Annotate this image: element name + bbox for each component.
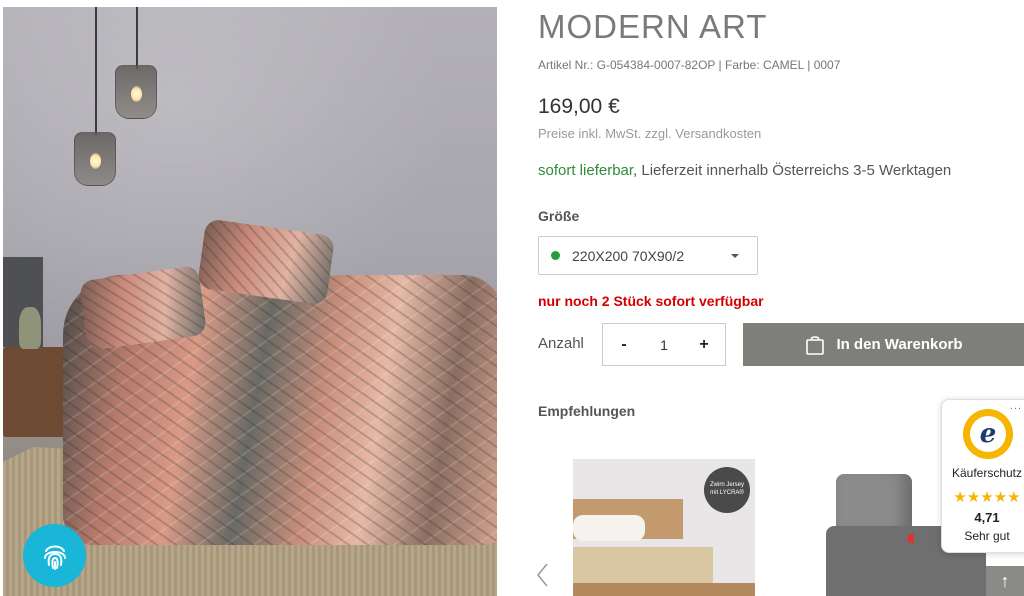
- product-title: MODERN ART: [538, 8, 768, 45]
- product-badge: Zwirn Jersey mit LYCRA®: [704, 467, 750, 513]
- price-note: Preise inkl. MwSt. zzgl. Versandkosten: [538, 126, 762, 141]
- lamp-cable: [136, 7, 138, 69]
- chevron-left-icon: [537, 563, 548, 587]
- delivery-info: sofort lieferbar, Lieferzeit innerhalb Ö…: [538, 162, 951, 179]
- trusted-shops-widget[interactable]: ... e Käuferschutz ★★★★★ 4,71 Sehr gut: [941, 399, 1024, 553]
- add-to-cart-button[interactable]: In den Warenkorb: [743, 323, 1024, 366]
- rating-score: 4,71: [974, 510, 1000, 525]
- rating-grade: Sehr gut: [964, 529, 1010, 543]
- lamp-cable: [95, 7, 97, 135]
- quantity-stepper: - 1 +: [602, 323, 726, 366]
- shopping-bag-icon: [806, 335, 825, 355]
- add-to-cart-label: In den Warenkorb: [836, 336, 963, 353]
- delivery-status: sofort lieferbar: [538, 162, 634, 179]
- brand-tag: [908, 534, 914, 543]
- arrow-up-icon: ↑: [1000, 570, 1010, 591]
- badge-line: Zwirn Jersey: [709, 482, 744, 489]
- recommendations-heading: Empfehlungen: [538, 403, 636, 419]
- product-price: 169,00 €: [538, 95, 620, 118]
- fingerprint-icon: [43, 545, 66, 570]
- rating-stars-icon: ★★★★★: [953, 489, 1021, 506]
- widget-menu-icon[interactable]: ...: [1010, 400, 1022, 412]
- size-value: 220X200 70X90/2: [572, 247, 685, 264]
- product-image[interactable]: [3, 7, 497, 596]
- stock-notice: nur noch 2 Stück sofort verfügbar: [538, 293, 764, 309]
- article-number: Artikel Nr.: G-054384-0007-82OP | Farbe:…: [538, 58, 841, 72]
- availability-dot-icon: [551, 251, 560, 260]
- scroll-to-top-button[interactable]: ↑: [986, 566, 1024, 596]
- fingerprint-badge[interactable]: [23, 524, 86, 587]
- pillow: [573, 515, 645, 541]
- quantity-increase-button[interactable]: +: [697, 336, 711, 354]
- size-select[interactable]: 220X200 70X90/2: [538, 236, 758, 275]
- recommendation-card[interactable]: Zwirn Jersey mit LYCRA®: [573, 459, 755, 596]
- quantity-value[interactable]: 1: [660, 337, 668, 353]
- bed-base: [573, 583, 755, 596]
- carousel-prev-button[interactable]: [533, 560, 553, 590]
- seal-letter: e: [970, 416, 1006, 452]
- side-table: [3, 347, 65, 437]
- quantity-decrease-button[interactable]: -: [617, 336, 631, 354]
- delivery-text: , Lieferzeit innerhalb Österreichs 3-5 W…: [633, 162, 952, 179]
- pendant-lamp: [115, 65, 157, 119]
- pendant-lamp: [74, 132, 116, 186]
- vase: [19, 307, 41, 349]
- chevron-down-icon: [731, 253, 739, 258]
- quantity-label: Anzahl: [538, 335, 584, 352]
- buyer-protection-label: Käuferschutz: [951, 466, 1023, 480]
- badge-line: mit LYCRA®: [710, 490, 744, 496]
- trusted-shops-seal-icon: e: [963, 409, 1013, 459]
- size-label: Größe: [538, 208, 580, 224]
